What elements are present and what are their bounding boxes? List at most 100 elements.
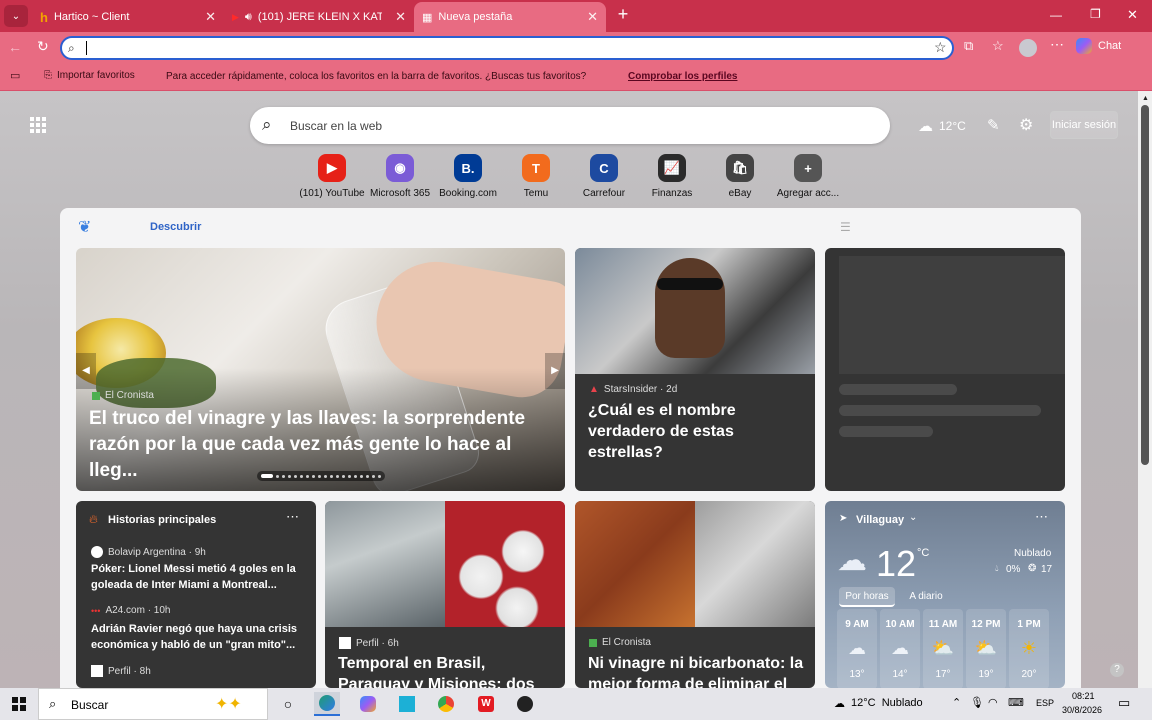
- quick-link[interactable]: + Agregar acc...: [775, 154, 841, 199]
- hour-forecast[interactable]: 1 PM ☀ 20°: [1009, 609, 1049, 688]
- tab-actions-button[interactable]: ⌄: [4, 5, 28, 27]
- story-title[interactable]: Adrián Ravier negó que haya una crisis e…: [91, 621, 306, 653]
- scroll-thumb[interactable]: [1141, 105, 1149, 465]
- taskbar-search[interactable]: ⌕ Buscar ✦✦: [38, 688, 268, 720]
- copilot-chat-button[interactable]: Chat: [1076, 38, 1121, 54]
- hour-temp: 13°: [849, 669, 865, 680]
- news-card-vinagre[interactable]: El Cronista Ni vinagre ni bicarbonato: l…: [575, 501, 815, 688]
- card-source-label: El Cronista: [602, 637, 651, 648]
- hour-forecast[interactable]: 10 AM ☁ 14°: [880, 609, 920, 688]
- chrome-icon[interactable]: [433, 692, 459, 716]
- hour-forecast[interactable]: 12 PM ⛅ 19°: [966, 609, 1006, 688]
- tab-hourly[interactable]: Por horas: [839, 587, 895, 607]
- taskbar-weather[interactable]: ☁ 12°C Nublado: [834, 697, 923, 710]
- store-icon[interactable]: [394, 692, 420, 716]
- next-arrow-button[interactable]: ▶: [545, 353, 565, 389]
- import-favorites-button[interactable]: ⎘ Importar favoritos: [44, 70, 135, 81]
- close-window-button[interactable]: ✕: [1127, 7, 1138, 23]
- keyboard-icon[interactable]: ⌨: [1008, 696, 1024, 709]
- refresh-icon[interactable]: ↻: [37, 38, 49, 55]
- card-title[interactable]: Temporal en Brasil, Paraguay y Misiones:…: [338, 653, 558, 688]
- tab-daily[interactable]: A diario: [901, 587, 951, 607]
- cloud-icon: ☁: [834, 698, 845, 710]
- close-tab-icon[interactable]: ✕: [587, 9, 598, 25]
- story-title[interactable]: Póker: Lionel Messi metió 4 goles en la …: [91, 561, 306, 593]
- language-indicator[interactable]: ESP: [1036, 698, 1054, 708]
- gear-icon[interactable]: ⚙: [1019, 115, 1033, 135]
- story-source: ••• A24.com · 10h: [91, 605, 171, 616]
- taskbar: ⌕ Buscar ✦✦ ○ W ☁ 12°C Nublado ⌃ 🎙︎ ◠ ⌨ …: [0, 688, 1152, 720]
- extensions-icon[interactable]: ⧉: [964, 38, 973, 54]
- obs-icon[interactable]: [512, 692, 538, 716]
- tab-discover[interactable]: Descubrir: [150, 221, 201, 233]
- pencil-icon[interactable]: ✎: [987, 116, 1000, 134]
- clock-time[interactable]: 08:21: [1072, 691, 1095, 701]
- news-card-starsinsider[interactable]: ▲ StarsInsider · 2d ¿Cuál es el nombre v…: [575, 248, 815, 491]
- quick-link[interactable]: ◉ Microsoft 365: [367, 154, 433, 199]
- taskbar-search-label: Buscar: [71, 698, 109, 712]
- close-tab-icon[interactable]: ✕: [395, 9, 406, 25]
- wps-icon[interactable]: W: [473, 692, 499, 716]
- card-source-label: StarsInsider · 2d: [603, 384, 678, 395]
- profile-avatar[interactable]: [1019, 39, 1037, 57]
- close-tab-icon[interactable]: ✕: [205, 9, 216, 25]
- quick-link[interactable]: B. Booking.com: [435, 154, 501, 199]
- favorite-star-icon[interactable]: ☆: [934, 39, 947, 56]
- quick-link-icon: C: [590, 154, 618, 182]
- check-profiles-link[interactable]: Comprobar los perfiles: [628, 71, 737, 82]
- web-search-input[interactable]: Buscar en la web: [290, 119, 382, 133]
- news-card-temporal[interactable]: Perfil · 6h Temporal en Brasil, Paraguay…: [325, 501, 565, 688]
- apps-grid-icon[interactable]: [30, 117, 46, 133]
- copilot-app-icon[interactable]: [355, 692, 381, 716]
- scrollbar[interactable]: ▲: [1138, 91, 1152, 688]
- weather-widget-button[interactable]: ☁ 12°C: [918, 117, 966, 135]
- clock-date[interactable]: 30/8/2026: [1062, 705, 1102, 715]
- card-title[interactable]: Ni vinagre ni bicarbonato: la mejor form…: [588, 653, 808, 688]
- address-bar[interactable]: ⌕ ☆: [60, 36, 954, 60]
- feed-settings-icon[interactable]: ☰: [840, 220, 851, 234]
- a24-icon: •••: [91, 605, 101, 616]
- card-title[interactable]: ¿Cuál es el nombre verdadero de estas es…: [588, 400, 806, 463]
- address-input[interactable]: [86, 41, 926, 55]
- weather-wind: 17: [1041, 564, 1053, 575]
- quick-link[interactable]: 🛍 eBay: [707, 154, 773, 199]
- more-menu-icon[interactable]: ⋯: [1050, 36, 1064, 53]
- more-options-icon[interactable]: ⋯: [286, 509, 299, 525]
- perfil-icon: [91, 665, 103, 677]
- cortana-icon[interactable]: ○: [275, 692, 301, 716]
- prev-arrow-button[interactable]: ◀: [76, 353, 96, 389]
- speaker-icon[interactable]: 🔊︎: [245, 11, 252, 24]
- weather-location[interactable]: Villaguay: [856, 512, 904, 528]
- wifi-icon[interactable]: ◠: [988, 696, 998, 709]
- edge-icon[interactable]: [314, 692, 340, 716]
- new-tab-button[interactable]: +: [612, 4, 634, 28]
- tray-chevron-icon[interactable]: ⌃: [952, 696, 961, 709]
- more-options-icon[interactable]: ⋯: [1035, 509, 1048, 525]
- web-search-box[interactable]: ⌕ Buscar en la web: [250, 107, 890, 144]
- signin-button[interactable]: Iniciar sesión: [1050, 111, 1118, 139]
- sidebar-toggle-icon[interactable]: ▭: [10, 69, 20, 82]
- quick-link[interactable]: C Carrefour: [571, 154, 637, 199]
- chevron-down-icon[interactable]: ⌄: [909, 512, 917, 523]
- weather-card[interactable]: ➤ Villaguay ⌄ ⋯ ☁ 12 °C Nublado 💧︎ 0% ❂ …: [825, 501, 1065, 688]
- carousel-dots[interactable]: [257, 471, 385, 481]
- help-icon[interactable]: ?: [1110, 663, 1124, 677]
- minimize-button[interactable]: —: [1050, 8, 1062, 22]
- msn-butterfly-icon: ❦: [78, 219, 92, 236]
- quick-link-label: Microsoft 365: [369, 188, 431, 199]
- notifications-icon[interactable]: ▭: [1118, 695, 1130, 711]
- tab-new-tab[interactable]: ▦ Nueva pestaña ✕: [414, 2, 606, 32]
- hour-forecast[interactable]: 11 AM ⛅ 17°: [923, 609, 963, 688]
- quick-link[interactable]: T Temu: [503, 154, 569, 199]
- hour-forecast[interactable]: 9 AM ☁ 13°: [837, 609, 877, 688]
- tab-youtube[interactable]: ▶ 🔊︎ (101) JERE KLEIN X KATTEYES ✕: [224, 2, 414, 32]
- hero-card[interactable]: ◀ ▶ El Cronista El truco del vinagre y l…: [76, 248, 565, 491]
- favorites-icon[interactable]: ☆: [992, 38, 1004, 54]
- windows-start-icon[interactable]: [6, 692, 32, 716]
- microphone-icon[interactable]: 🎙︎: [970, 696, 984, 709]
- restore-button[interactable]: ❐: [1090, 7, 1101, 21]
- quick-link[interactable]: ▶ (101) YouTube: [299, 154, 365, 199]
- quick-link[interactable]: 📈 Finanzas: [639, 154, 705, 199]
- back-icon[interactable]: ←: [8, 39, 22, 55]
- tab-hartico[interactable]: h Hartico ~ Client ✕: [32, 2, 224, 32]
